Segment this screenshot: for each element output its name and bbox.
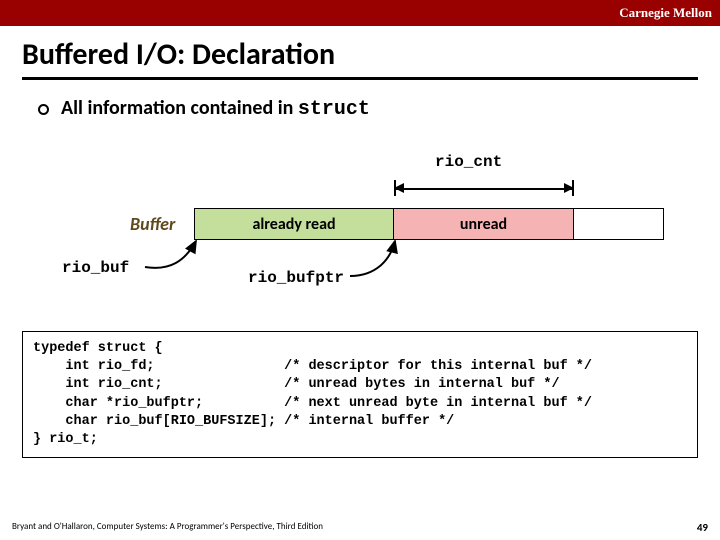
bullet-text: All information contained in struct	[61, 96, 370, 121]
bullet-icon	[38, 104, 49, 115]
code-l5: char rio_buf[RIO_BUFSIZE]; /* internal b…	[33, 414, 454, 429]
footer-text: Bryant and O'Hallaron, Computer Systems:…	[12, 521, 323, 534]
slide-title: Buffered I/O: Declaration	[0, 26, 720, 77]
buffer-diagram: rio_cnt Buffer already read unread rio_b…	[0, 141, 720, 331]
rio-buf-label: rio_buf	[62, 259, 129, 277]
code-l1: typedef struct {	[33, 341, 163, 356]
rio-cnt-label: rio_cnt	[435, 153, 502, 171]
brand-bar: Carnegie Mellon	[0, 0, 720, 26]
code-l4: char *rio_bufptr; /* next unread byte in…	[33, 396, 592, 411]
brand-text: Carnegie Mellon	[619, 5, 712, 20]
segment-unread: unread	[394, 208, 574, 240]
code-l6: } rio_t;	[33, 432, 98, 447]
rio-bufptr-label: rio_bufptr	[248, 269, 344, 287]
code-block: typedef struct { int rio_fd; /* descript…	[22, 331, 698, 458]
bullet-prefix: All information contained in	[61, 96, 298, 120]
page-number: 49	[697, 521, 708, 534]
bullet-mono: struct	[298, 98, 370, 121]
buffer-word: Buffer	[130, 213, 175, 235]
segment-free	[574, 208, 664, 240]
code-l2: int rio_fd; /* descriptor for this inter…	[33, 359, 592, 374]
title-underline	[22, 77, 698, 80]
code-l3: int rio_cnt; /* unread bytes in internal…	[33, 377, 560, 392]
rio-cnt-bracket	[394, 176, 574, 204]
segment-already-read: already read	[194, 208, 394, 240]
buffer-box: already read unread	[194, 208, 664, 240]
footer: Bryant and O'Hallaron, Computer Systems:…	[12, 521, 708, 534]
bullet-line: All information contained in struct	[0, 96, 720, 121]
